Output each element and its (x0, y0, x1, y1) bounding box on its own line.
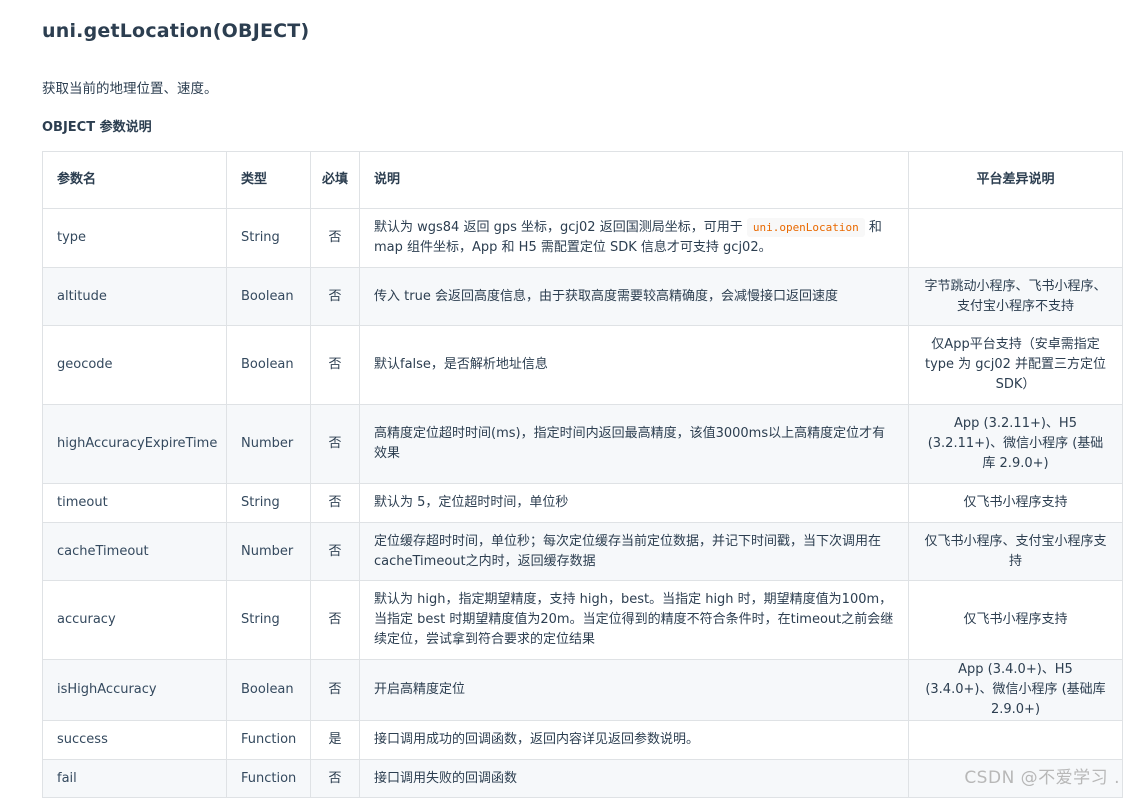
param-required: 否 (310, 404, 360, 484)
param-required: 否 (310, 659, 360, 721)
table-row: cacheTimeout Number 否 定位缓存超时时间，单位秒；每次定位缓… (42, 522, 1123, 581)
param-platform: 仅飞书小程序支持 (908, 483, 1123, 523)
table-row: timeout String 否 默认为 5，定位超时时间，单位秒 仅飞书小程序… (42, 483, 1123, 523)
csdn-watermark: CSDN @不爱学习 . (964, 768, 1120, 788)
param-name: geocode (42, 325, 227, 405)
description-text: 默认为 wgs84 返回 gps 坐标，gcj02 返回国测局坐标，可用于 (374, 220, 747, 235)
page-title: uni.getLocation(OBJECT) (42, 20, 310, 42)
param-platform: 仅App平台支持（安卓需指定 type 为 gcj02 并配置三方定位SDK） (908, 325, 1123, 405)
param-description: 接口调用失败的回调函数 (359, 759, 909, 798)
param-type: Boolean (226, 267, 311, 326)
param-required: 否 (310, 208, 360, 268)
param-type: String (226, 208, 311, 268)
param-required: 否 (310, 759, 360, 798)
param-type: Boolean (226, 659, 311, 721)
param-type: Boolean (226, 325, 311, 405)
param-name: accuracy (42, 580, 227, 660)
param-platform: 仅飞书小程序、支付宝小程序支持 (908, 522, 1123, 581)
param-platform: 仅飞书小程序支持 (908, 580, 1123, 660)
param-description: 默认为 wgs84 返回 gps 坐标，gcj02 返回国测局坐标，可用于 un… (359, 208, 909, 268)
param-platform: App (3.2.11+)、H5 (3.2.11+)、微信小程序 (基础库 2.… (908, 404, 1123, 484)
table-row: geocode Boolean 否 默认false，是否解析地址信息 仅App平… (42, 325, 1123, 405)
table-row: type String 否 默认为 wgs84 返回 gps 坐标，gcj02 … (42, 208, 1123, 268)
header-required: 必填 (310, 151, 360, 209)
param-name: success (42, 720, 227, 760)
param-description: 接口调用成功的回调函数，返回内容详见返回参数说明。 (359, 720, 909, 760)
param-type: Number (226, 404, 311, 484)
param-type: Function (226, 720, 311, 760)
page-description: 获取当前的地理位置、速度。 (42, 81, 218, 97)
header-type: 类型 (226, 151, 311, 209)
param-type: Number (226, 522, 311, 581)
param-platform (908, 720, 1123, 760)
param-description: 默认为 high，指定期望精度，支持 high，best。当指定 high 时，… (359, 580, 909, 660)
param-description: 默认false，是否解析地址信息 (359, 325, 909, 405)
params-table: 参数名 类型 必填 说明 平台差异说明 type String 否 默认为 wg… (42, 151, 1123, 798)
param-name: isHighAccuracy (42, 659, 227, 721)
param-description: 高精度定位超时时间(ms)，指定时间内返回最高精度，该值3000ms以上高精度定… (359, 404, 909, 484)
param-name: type (42, 208, 227, 268)
param-name: timeout (42, 483, 227, 523)
header-platform: 平台差异说明 (908, 151, 1123, 209)
param-name: fail (42, 759, 227, 798)
param-name: cacheTimeout (42, 522, 227, 581)
param-platform (908, 208, 1123, 268)
param-description: 开启高精度定位 (359, 659, 909, 721)
table-row: accuracy String 否 默认为 high，指定期望精度，支持 hig… (42, 580, 1123, 660)
table-row: altitude Boolean 否 传入 true 会返回高度信息，由于获取高… (42, 267, 1123, 326)
header-param-name: 参数名 (42, 151, 227, 209)
code-snippet: uni.openLocation (746, 218, 865, 237)
param-platform: 字节跳动小程序、飞书小程序、支付宝小程序不支持 (908, 267, 1123, 326)
param-required: 否 (310, 325, 360, 405)
param-type: Function (226, 759, 311, 798)
header-description: 说明 (359, 151, 909, 209)
param-type: String (226, 483, 311, 523)
param-type: String (226, 580, 311, 660)
param-description: 默认为 5，定位超时时间，单位秒 (359, 483, 909, 523)
param-description: 定位缓存超时时间，单位秒；每次定位缓存当前定位数据，并记下时间戳，当下次调用在c… (359, 522, 909, 581)
param-name: highAccuracyExpireTime (42, 404, 227, 484)
section-title: OBJECT 参数说明 (42, 120, 152, 135)
param-description: 传入 true 会返回高度信息，由于获取高度需要较高精确度，会减慢接口返回速度 (359, 267, 909, 326)
param-name: altitude (42, 267, 227, 326)
table-row: isHighAccuracy Boolean 否 开启高精度定位 App (3.… (42, 659, 1123, 721)
param-required: 否 (310, 580, 360, 660)
param-required: 否 (310, 483, 360, 523)
param-required: 是 (310, 720, 360, 760)
table-row: success Function 是 接口调用成功的回调函数，返回内容详见返回参… (42, 720, 1123, 760)
param-platform: App (3.4.0+)、H5 (3.4.0+)、微信小程序 (基础库 2.9.… (908, 659, 1123, 721)
param-required: 否 (310, 522, 360, 581)
table-row: fail Function 否 接口调用失败的回调函数 (42, 759, 1123, 798)
table-header-row: 参数名 类型 必填 说明 平台差异说明 (42, 151, 1123, 209)
param-required: 否 (310, 267, 360, 326)
table-row: highAccuracyExpireTime Number 否 高精度定位超时时… (42, 404, 1123, 484)
